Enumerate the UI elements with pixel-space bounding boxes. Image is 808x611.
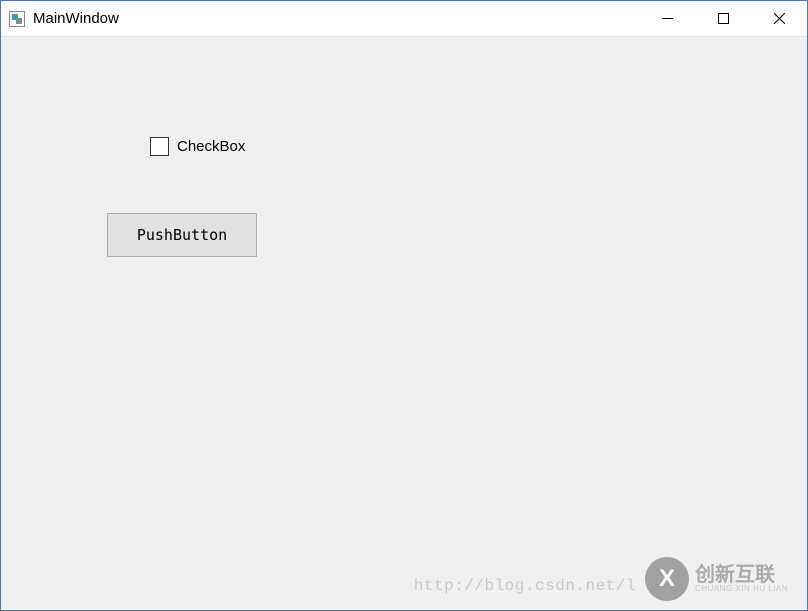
minimize-button[interactable] xyxy=(639,1,695,35)
logo-icon: X xyxy=(645,557,689,601)
logo-text: 创新互联 CHUANG XIN HU LIAN xyxy=(695,565,788,593)
pushbutton-label: PushButton xyxy=(137,226,227,244)
client-area: CheckBox PushButton http://blog.csdn.net… xyxy=(2,37,806,609)
maximize-icon xyxy=(718,13,729,24)
checkbox-box-icon[interactable] xyxy=(150,137,169,156)
watermark-logo: X 创新互联 CHUANG XIN HU LIAN xyxy=(645,555,800,603)
close-button[interactable] xyxy=(751,1,807,35)
watermark-url: http://blog.csdn.net/l xyxy=(414,577,636,595)
close-icon xyxy=(774,13,785,24)
logo-text-main: 创新互联 xyxy=(695,565,788,585)
checkbox[interactable]: CheckBox xyxy=(150,137,245,156)
push-button[interactable]: PushButton xyxy=(107,213,257,257)
maximize-button[interactable] xyxy=(695,1,751,35)
minimize-icon xyxy=(662,13,673,24)
window-title: MainWindow xyxy=(33,10,119,27)
window-controls xyxy=(639,1,807,35)
main-window: MainWindow CheckBox PushButton http://bl… xyxy=(0,0,808,611)
titlebar[interactable]: MainWindow xyxy=(1,1,807,37)
checkbox-label: CheckBox xyxy=(177,138,245,155)
logo-text-sub: CHUANG XIN HU LIAN xyxy=(695,585,788,593)
app-icon xyxy=(9,11,25,27)
